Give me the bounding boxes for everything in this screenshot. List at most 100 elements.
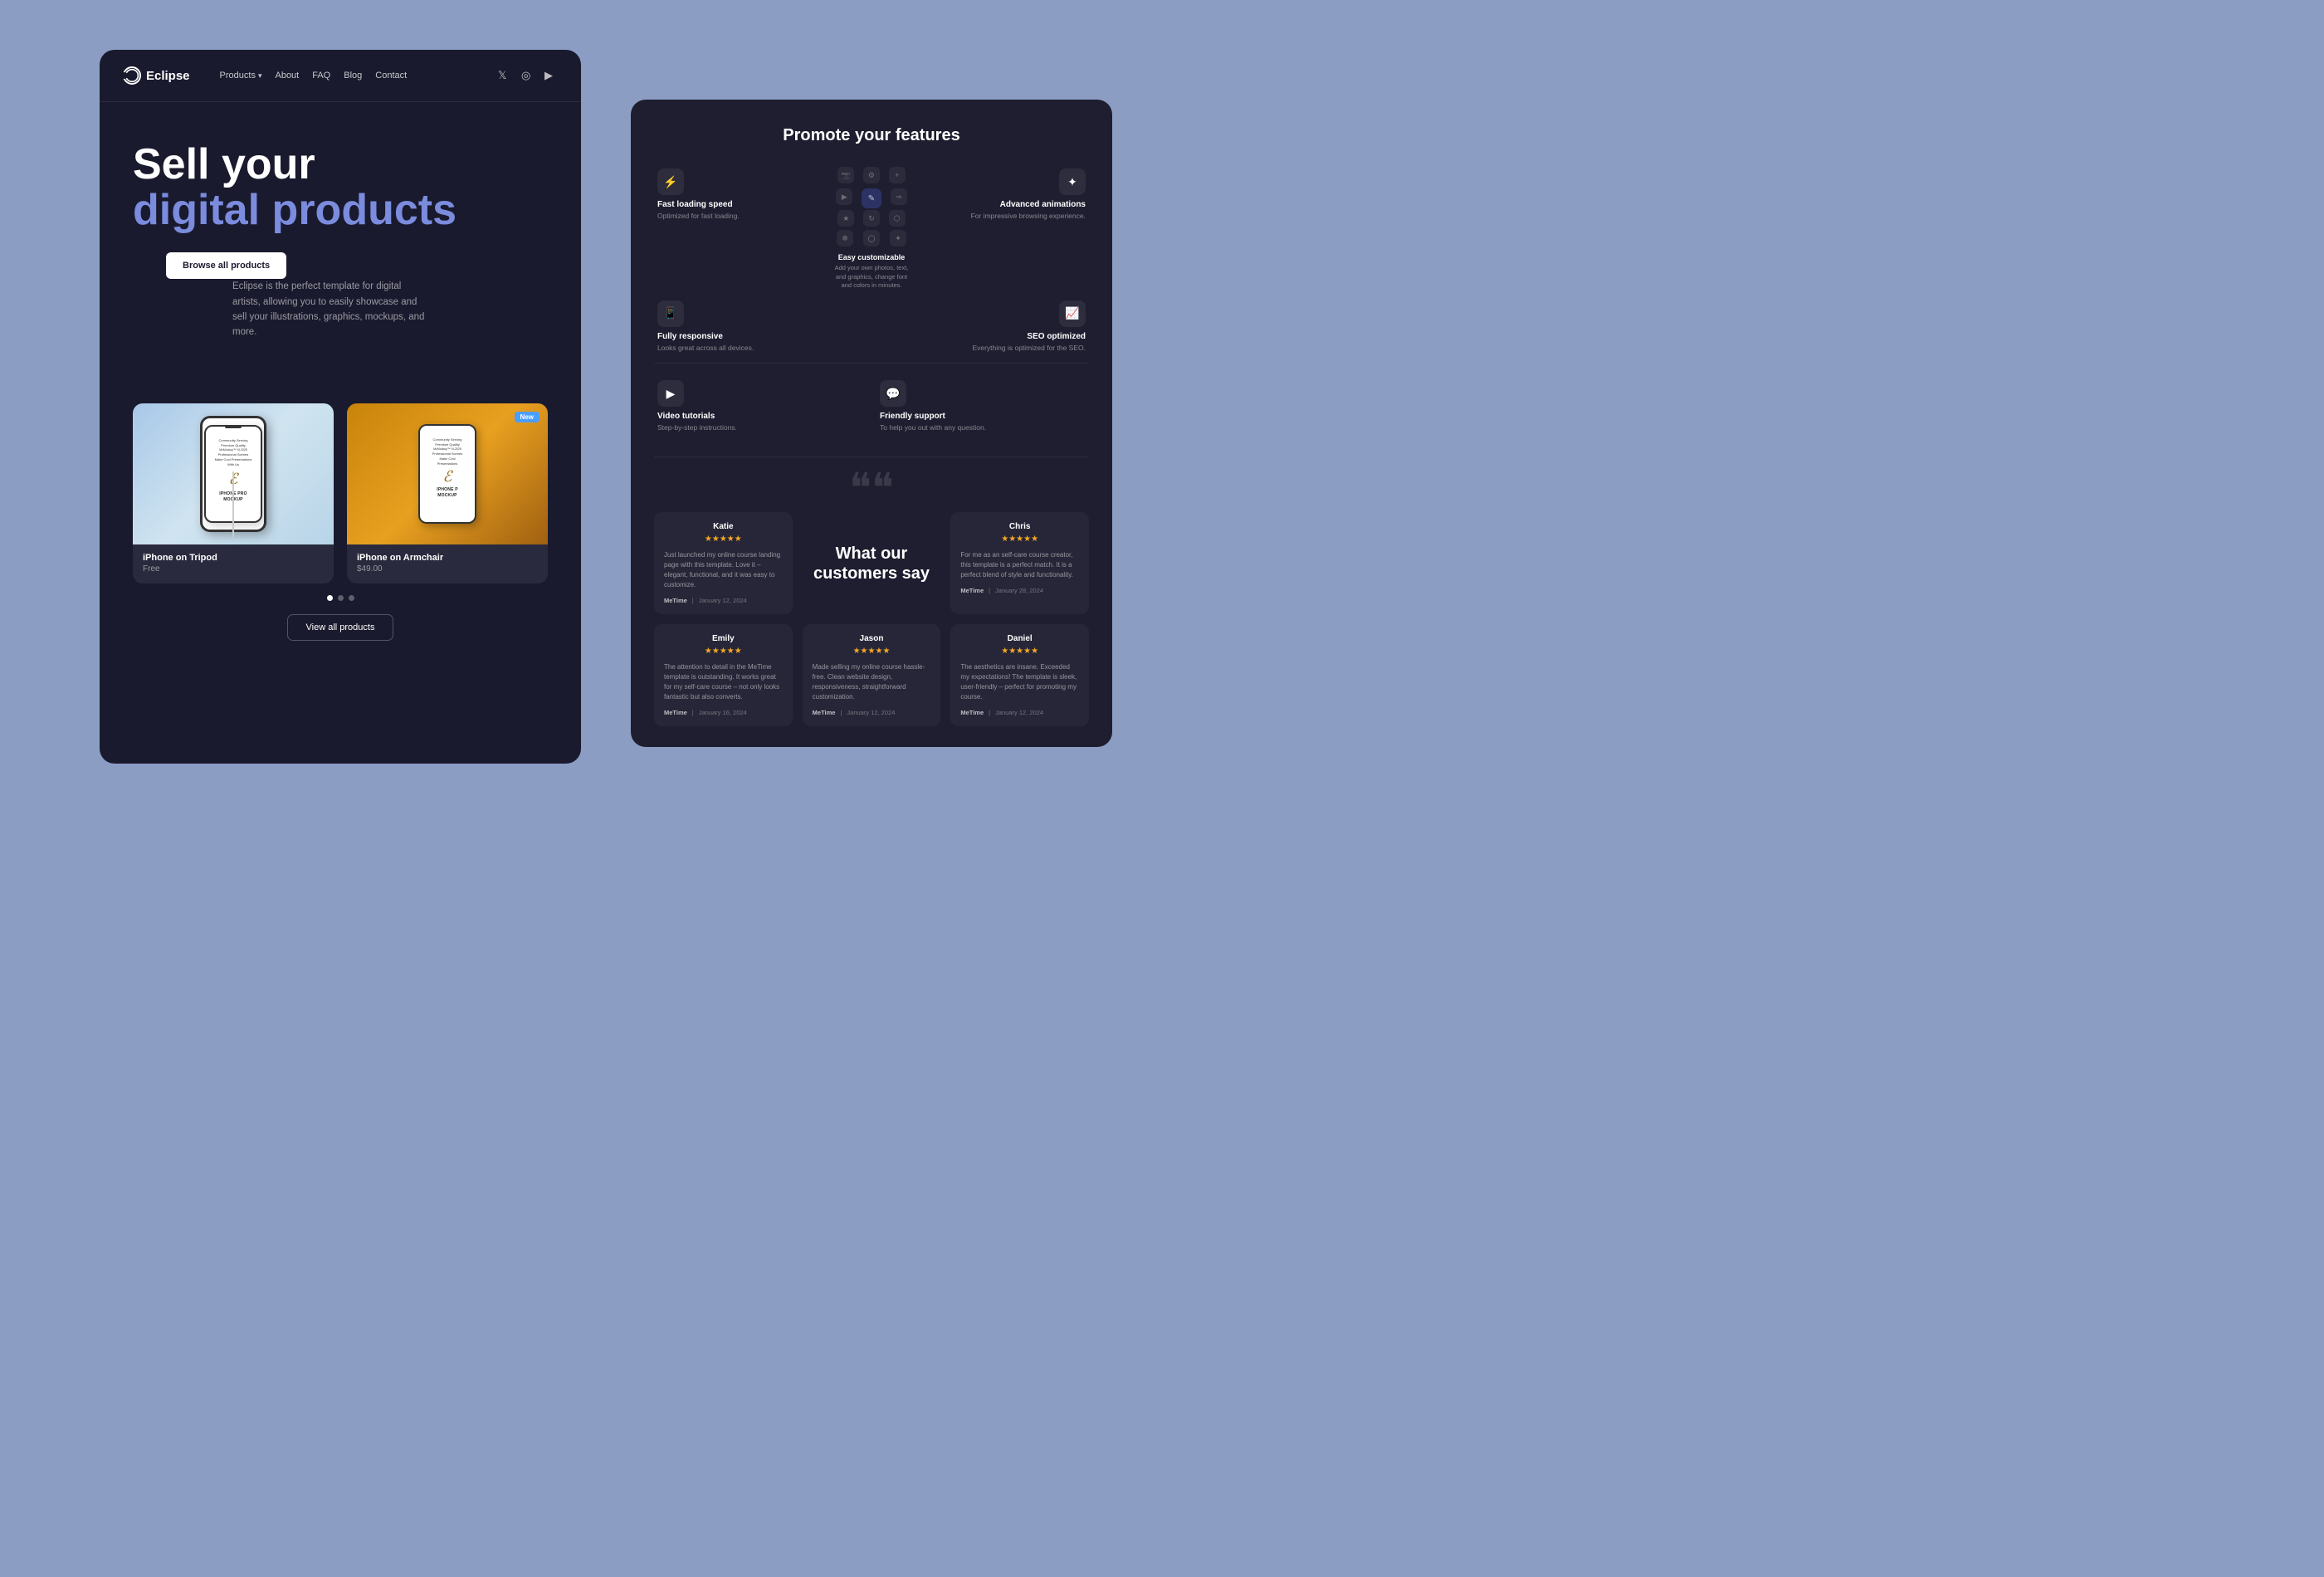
katie-date: January 12, 2024	[699, 597, 747, 604]
feature-desc-customize: Add your own photos, text, and graphics,…	[834, 264, 909, 290]
katie-text: Just launched my online course landing p…	[664, 550, 783, 590]
dot-1[interactable]	[327, 595, 333, 601]
chris-meta: MeTime | January 28, 2024	[960, 587, 1079, 594]
logo[interactable]: Eclipse	[123, 66, 190, 85]
feature-name-fast: Fast loading speed	[657, 200, 791, 209]
customers-say-center: What our customers say	[803, 512, 941, 614]
phone-mockup-1: Community Serving Premium Quality McMock…	[200, 416, 266, 532]
feature-support: 💬 Friendly support To help you out with …	[876, 377, 1089, 437]
feature-name-resp: Fully responsive	[657, 332, 791, 341]
logo-text: Eclipse	[146, 69, 190, 83]
testimonial-katie: Katie ★★★★★ Just launched my online cour…	[654, 512, 793, 614]
feature-seo: 📈 SEO optimized Everything is optimized …	[949, 297, 1089, 357]
daniel-name: Daniel	[960, 634, 1079, 643]
seo-icon: 📈	[1059, 300, 1086, 327]
jason-text: Made selling my online course hassle-fre…	[813, 662, 931, 702]
features-section: Promote your features ⚡ Fast loading spe…	[631, 100, 1112, 456]
youtube-icon[interactable]: ▶	[544, 69, 558, 82]
testimonial-daniel: Daniel ★★★★★ The aesthetics are insane. …	[950, 624, 1089, 726]
feature-desc-resp: Looks great across all devices.	[657, 344, 791, 354]
nav-contact[interactable]: Contact	[375, 71, 407, 81]
feature-fast-loading: ⚡ Fast loading speed Optimized for fast …	[654, 165, 794, 290]
nav-faq[interactable]: FAQ	[312, 71, 330, 81]
katie-meta: MeTime | January 12, 2024	[664, 597, 783, 604]
testimonial-jason: Jason ★★★★★ Made selling my online cours…	[803, 624, 941, 726]
product-info-2: iPhone on Armchair $49.00	[347, 544, 548, 583]
view-all-container: View all products	[100, 614, 581, 657]
logo-icon	[123, 66, 141, 85]
chris-name: Chris	[960, 522, 1079, 531]
responsive-icon: 📱	[657, 300, 684, 327]
nav-about[interactable]: About	[275, 71, 299, 81]
product-name-1: iPhone on Tripod	[143, 553, 324, 563]
emily-text: The attention to detail in the MeTime te…	[664, 662, 783, 702]
support-icon: 💬	[880, 380, 906, 407]
center-placeholder	[801, 297, 941, 357]
animations-icon: ✦	[1059, 168, 1086, 195]
feature-desc-video: Step-by-step instructions.	[657, 423, 863, 433]
emily-brand: MeTime	[664, 709, 687, 716]
feature-name-seo: SEO optimized	[952, 332, 1086, 341]
feature-desc-support: To help you out with any question.	[880, 423, 1086, 433]
left-panel: Eclipse Products About FAQ Blog Contact …	[100, 50, 581, 764]
products-grid: Community Serving Premium Quality McMock…	[100, 403, 581, 583]
pagination	[100, 595, 581, 601]
emily-meta: MeTime | January 16, 2024	[664, 709, 783, 716]
jason-meta: MeTime | January 12, 2024	[813, 709, 931, 716]
feature-name-customize: Easy customizable	[838, 253, 906, 261]
product-card-1[interactable]: Community Serving Premium Quality McMock…	[133, 403, 334, 583]
feature-animations: ✦ Advanced animations For impressive bro…	[949, 165, 1089, 290]
katie-name: Katie	[664, 522, 783, 531]
jason-name: Jason	[813, 634, 931, 643]
emily-date: January 16, 2024	[699, 709, 747, 716]
product-price-2: $49.00	[357, 564, 538, 574]
center-hex-grid: 📷 ⚙ + ▶ ✎ ⇒ ★ ↻ ⬡ ❋	[801, 165, 941, 290]
instagram-icon[interactable]: ◎	[521, 69, 535, 82]
dot-3[interactable]	[349, 595, 354, 601]
daniel-date: January 12, 2024	[995, 709, 1043, 716]
chris-text: For me as an self-care course creator, t…	[960, 550, 1079, 580]
browse-all-button[interactable]: Browse all products	[166, 252, 286, 279]
product-image-2: Community Serving Premium Quality McMock…	[347, 403, 548, 544]
feature-desc-fast: Optimized for fast loading.	[657, 212, 791, 222]
testimonial-emily: Emily ★★★★★ The attention to detail in t…	[654, 624, 793, 726]
hero-title: Sell your digital products	[133, 142, 548, 232]
feature-name-video: Video tutorials	[657, 412, 863, 421]
chris-brand: MeTime	[960, 587, 984, 594]
view-all-button[interactable]: View all products	[287, 614, 394, 641]
jason-stars: ★★★★★	[813, 647, 931, 656]
hero-description: Eclipse is the perfect template for digi…	[232, 279, 432, 340]
daniel-stars: ★★★★★	[960, 647, 1079, 656]
product-image-1: Community Serving Premium Quality McMock…	[133, 403, 334, 544]
right-panel: Promote your features ⚡ Fast loading spe…	[631, 100, 1112, 747]
twitter-icon[interactable]: 𝕏	[498, 69, 511, 82]
daniel-brand: MeTime	[960, 709, 984, 716]
section-divider	[654, 456, 1089, 457]
features-bottom: ▶ Video tutorials Step-by-step instructi…	[654, 363, 1089, 437]
nav-blog[interactable]: Blog	[344, 71, 362, 81]
video-icon: ▶	[657, 380, 684, 407]
feature-desc-seo: Everything is optimized for the SEO.	[952, 344, 1086, 354]
navbar: Eclipse Products About FAQ Blog Contact …	[100, 50, 581, 102]
feature-desc-anim: For impressive browsing experience.	[952, 212, 1086, 222]
chris-date: January 28, 2024	[995, 587, 1043, 594]
feature-name-support: Friendly support	[880, 412, 1086, 421]
katie-stars: ★★★★★	[664, 535, 783, 544]
product-price-1: Free	[143, 564, 324, 574]
testimonials-top-row: Katie ★★★★★ Just launched my online cour…	[654, 512, 1089, 614]
feature-video: ▶ Video tutorials Step-by-step instructi…	[654, 377, 867, 437]
dot-2[interactable]	[338, 595, 344, 601]
jason-date: January 12, 2024	[847, 709, 895, 716]
nav-products[interactable]: Products	[220, 71, 262, 81]
emily-name: Emily	[664, 634, 783, 643]
feature-name-anim: Advanced animations	[952, 200, 1086, 209]
feature-responsive: 📱 Fully responsive Looks great across al…	[654, 297, 794, 357]
customers-say-title: What our customers say	[813, 544, 930, 583]
new-badge: New	[515, 412, 540, 422]
product-card-2[interactable]: Community Serving Premium Quality McMock…	[347, 403, 548, 583]
testimonials-section: ❝❝ Katie ★★★★★ Just launched my online c…	[631, 467, 1112, 746]
daniel-text: The aesthetics are insane. Exceeded my e…	[960, 662, 1079, 702]
daniel-meta: MeTime | January 12, 2024	[960, 709, 1079, 716]
quote-decoration: ❝❝	[654, 467, 1089, 509]
product-name-2: iPhone on Armchair	[357, 553, 538, 563]
